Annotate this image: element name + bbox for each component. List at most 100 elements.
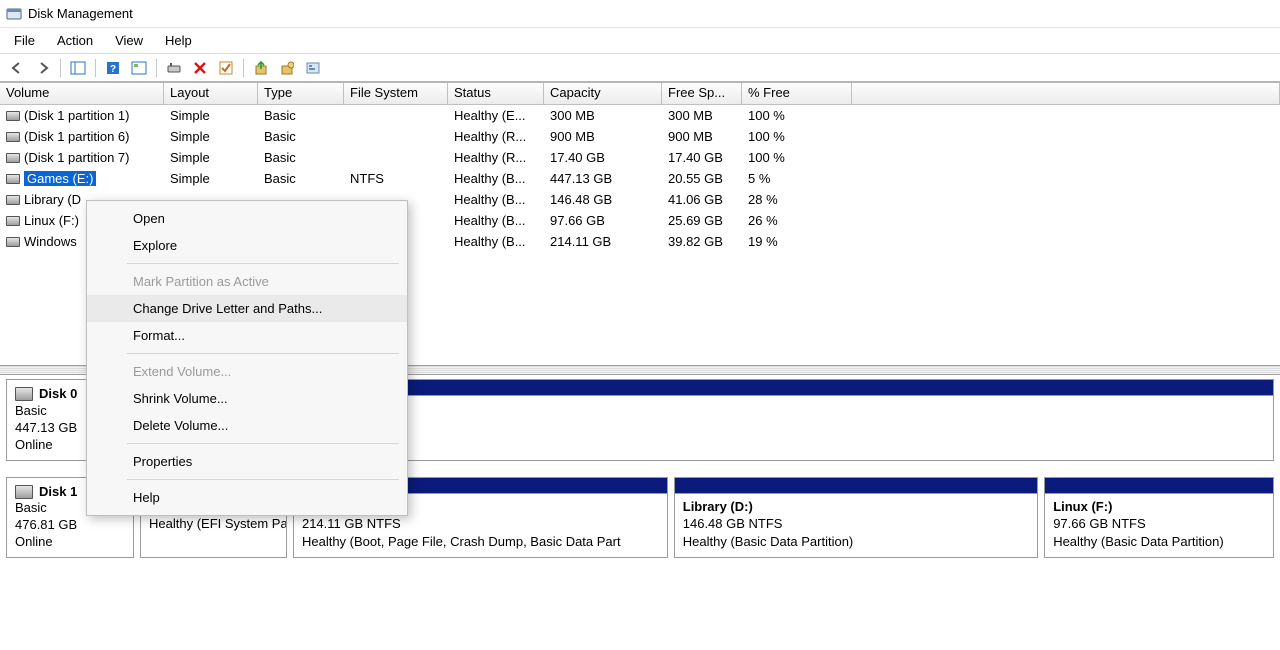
partition-sub: 214.11 GB NTFS — [302, 515, 659, 533]
context-separator — [127, 353, 399, 354]
cell-status: Healthy (E... — [448, 108, 544, 123]
check-icon[interactable] — [215, 57, 237, 79]
menu-help[interactable]: Help — [155, 31, 202, 50]
context-item-format[interactable]: Format... — [87, 322, 407, 349]
context-item-delete-volume[interactable]: Delete Volume... — [87, 412, 407, 439]
cell-free: 25.69 GB — [662, 213, 742, 228]
table-row[interactable]: (Disk 1 partition 7)SimpleBasicHealthy (… — [0, 147, 1280, 168]
col-type[interactable]: Type — [258, 83, 344, 104]
cell-capacity: 146.48 GB — [544, 192, 662, 207]
col-capacity[interactable]: Capacity — [544, 83, 662, 104]
menu-file[interactable]: File — [4, 31, 45, 50]
volume-icon — [6, 111, 20, 121]
console-tree-icon[interactable] — [67, 57, 89, 79]
col-fs[interactable]: File System — [344, 83, 448, 104]
partition-title: Linux (F:) — [1053, 498, 1265, 516]
context-item-extend-volume: Extend Volume... — [87, 358, 407, 385]
cell-layout: Simple — [164, 108, 258, 123]
col-fill — [852, 83, 1280, 104]
disk-icon — [15, 485, 33, 499]
disk-size: 476.81 GB — [15, 517, 125, 534]
menu-action[interactable]: Action — [47, 31, 103, 50]
cell-layout: Simple — [164, 171, 258, 186]
cell-free: 20.55 GB — [662, 171, 742, 186]
partition[interactable]: Library (D:)146.48 GB NTFSHealthy (Basic… — [674, 477, 1038, 559]
cell-type: Basic — [258, 129, 344, 144]
context-menu: OpenExplore Mark Partition as ActiveChang… — [86, 200, 408, 516]
context-item-open[interactable]: Open — [87, 205, 407, 232]
context-item-change-drive-letter-and-paths[interactable]: Change Drive Letter and Paths... — [87, 295, 407, 322]
volume-name: Library (D — [24, 192, 81, 207]
action2-icon[interactable] — [276, 57, 298, 79]
volume-name: Games (E:) — [24, 171, 96, 186]
back-icon[interactable] — [6, 57, 28, 79]
cell-free: 17.40 GB — [662, 150, 742, 165]
context-separator — [127, 263, 399, 264]
action1-icon[interactable] — [250, 57, 272, 79]
col-free[interactable]: Free Sp... — [662, 83, 742, 104]
context-separator — [127, 479, 399, 480]
partition-status: Healthy (Basic Data Partition) — [683, 533, 1029, 551]
volume-icon — [6, 153, 20, 163]
cell-status: Healthy (B... — [448, 213, 544, 228]
cell-free: 41.06 GB — [662, 192, 742, 207]
table-row[interactable]: (Disk 1 partition 1)SimpleBasicHealthy (… — [0, 105, 1280, 126]
cell-free: 300 MB — [662, 108, 742, 123]
volume-icon — [6, 216, 20, 226]
disk-icon — [15, 387, 33, 401]
cell-free: 39.82 GB — [662, 234, 742, 249]
cell-status: Healthy (B... — [448, 192, 544, 207]
context-item-help[interactable]: Help — [87, 484, 407, 511]
refresh-icon[interactable] — [128, 57, 150, 79]
table-row[interactable]: Games (E:)SimpleBasicNTFSHealthy (B...44… — [0, 168, 1280, 189]
volume-icon — [6, 174, 20, 184]
cell-pct: 28 % — [742, 192, 852, 207]
volume-icon — [6, 195, 20, 205]
cell-status: Healthy (R... — [448, 150, 544, 165]
volume-name: (Disk 1 partition 1) — [24, 108, 129, 123]
app-icon — [6, 6, 22, 22]
partition[interactable]: Linux (F:)97.66 GB NTFSHealthy (Basic Da… — [1044, 477, 1274, 559]
volume-table-header: Volume Layout Type File System Status Ca… — [0, 83, 1280, 105]
cell-pct: 5 % — [742, 171, 852, 186]
col-status[interactable]: Status — [448, 83, 544, 104]
partition-bar — [1045, 478, 1273, 494]
table-row[interactable]: (Disk 1 partition 6)SimpleBasicHealthy (… — [0, 126, 1280, 147]
toolbar: ? — [0, 54, 1280, 82]
col-layout[interactable]: Layout — [164, 83, 258, 104]
context-item-shrink-volume[interactable]: Shrink Volume... — [87, 385, 407, 412]
cell-layout: Simple — [164, 129, 258, 144]
cell-pct: 26 % — [742, 213, 852, 228]
cell-status: Healthy (R... — [448, 129, 544, 144]
cell-pct: 100 % — [742, 150, 852, 165]
menu-view[interactable]: View — [105, 31, 153, 50]
context-item-explore[interactable]: Explore — [87, 232, 407, 259]
volume-name: Windows — [24, 234, 77, 249]
cell-layout: Simple — [164, 150, 258, 165]
col-volume[interactable]: Volume — [0, 83, 164, 104]
svg-text:?: ? — [110, 64, 116, 75]
context-separator — [127, 443, 399, 444]
settings-icon[interactable] — [163, 57, 185, 79]
partition-status: Healthy (Basic Data Partition) — [1053, 533, 1265, 551]
partition-bar — [675, 478, 1037, 494]
forward-icon[interactable] — [32, 57, 54, 79]
cell-capacity: 214.11 GB — [544, 234, 662, 249]
volume-name: (Disk 1 partition 7) — [24, 150, 129, 165]
help-icon[interactable]: ? — [102, 57, 124, 79]
delete-icon[interactable] — [189, 57, 211, 79]
disk-state: Online — [15, 534, 125, 551]
window-title: Disk Management — [28, 6, 133, 21]
partition-sub: 97.66 GB NTFS — [1053, 515, 1265, 533]
volume-name: Linux (F:) — [24, 213, 79, 228]
cell-type: Basic — [258, 171, 344, 186]
cell-pct: 19 % — [742, 234, 852, 249]
cell-fs: NTFS — [344, 171, 448, 186]
cell-capacity: 900 MB — [544, 129, 662, 144]
disk-name: Disk 1 — [39, 484, 77, 501]
partition-status: Healthy (EFI System Par — [149, 515, 278, 533]
action3-icon[interactable] — [302, 57, 324, 79]
col-pct[interactable]: % Free — [742, 83, 852, 104]
context-item-mark-partition-as-active: Mark Partition as Active — [87, 268, 407, 295]
context-item-properties[interactable]: Properties — [87, 448, 407, 475]
